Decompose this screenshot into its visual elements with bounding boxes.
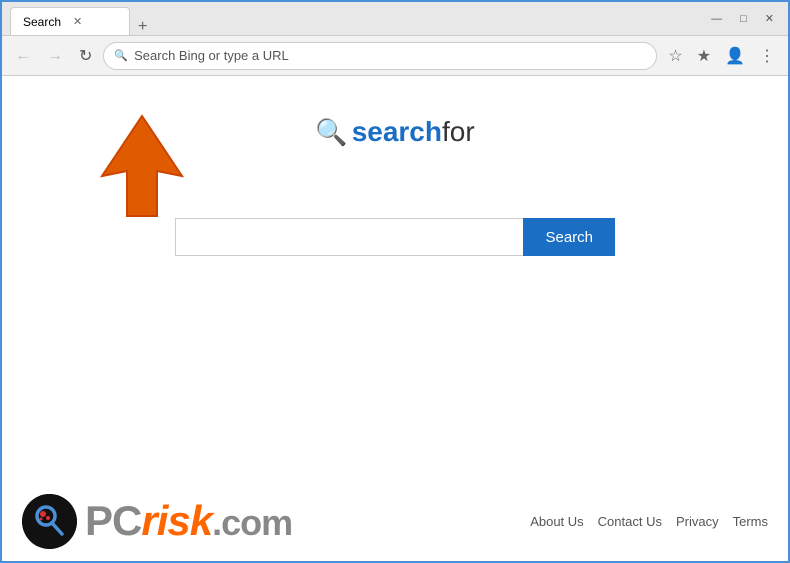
address-search-icon: 🔍 xyxy=(114,49,128,62)
toolbar: ← → ↻ 🔍 Search Bing or type a URL ☆ ★ 👤 … xyxy=(2,36,788,76)
footer-contact-us-link[interactable]: Contact Us xyxy=(598,514,662,529)
menu-icon[interactable]: ⋮ xyxy=(754,43,780,69)
footer-about-us-link[interactable]: About Us xyxy=(530,514,583,529)
pcrisk-dotcom-text: .com xyxy=(212,502,292,543)
footer-privacy-link[interactable]: Privacy xyxy=(676,514,719,529)
window-controls: — □ ✕ xyxy=(705,10,780,27)
new-tab-button[interactable]: + xyxy=(130,19,155,35)
toolbar-icons: ☆ ★ 👤 ⋮ xyxy=(663,43,780,69)
favorites-icon[interactable]: ☆ xyxy=(663,43,687,69)
minimize-button[interactable]: — xyxy=(705,11,728,27)
address-text: Search Bing or type a URL xyxy=(134,48,289,63)
pcrisk-pc-text: PC xyxy=(85,497,141,544)
tab-title: Search xyxy=(23,15,61,29)
address-bar[interactable]: 🔍 Search Bing or type a URL xyxy=(103,42,657,70)
extensions-icon[interactable]: ★ xyxy=(692,43,716,69)
logo-text-search: search xyxy=(352,116,442,148)
forward-button[interactable]: → xyxy=(42,45,68,67)
refresh-button[interactable]: ↻ xyxy=(74,44,97,68)
page-content: 🔍 search for Search xyxy=(2,76,788,561)
back-button[interactable]: ← xyxy=(10,45,36,67)
title-bar: Search ✕ + — □ ✕ xyxy=(2,2,788,36)
pcrisk-icon xyxy=(22,494,77,549)
logo-text-for: for xyxy=(442,116,475,148)
search-input[interactable] xyxy=(175,218,523,256)
browser-window: Search ✕ + — □ ✕ ← → ↻ 🔍 Search Bing or … xyxy=(0,0,790,563)
search-box-area: Search xyxy=(175,218,615,256)
pcrisk-text-group: PCrisk.com xyxy=(85,497,292,545)
arrow-annotation xyxy=(82,106,202,226)
pcrisk-logo: PCrisk.com xyxy=(22,494,292,549)
active-tab[interactable]: Search ✕ xyxy=(10,7,130,35)
search-button[interactable]: Search xyxy=(523,218,615,256)
logo-search-icon: 🔍 xyxy=(315,117,347,148)
footer-terms-link[interactable]: Terms xyxy=(733,514,768,529)
profile-icon[interactable]: 👤 xyxy=(720,43,750,69)
footer-links: About Us Contact Us Privacy Terms xyxy=(530,514,768,529)
logo-area: 🔍 search for xyxy=(315,116,474,148)
footer-watermark: PCrisk.com About Us Contact Us Privacy T… xyxy=(2,481,788,561)
maximize-button[interactable]: □ xyxy=(734,11,753,27)
tab-close-button[interactable]: ✕ xyxy=(73,15,82,28)
tab-strip: Search ✕ + xyxy=(10,2,705,35)
pcrisk-risk-text: risk xyxy=(141,497,212,544)
close-button[interactable]: ✕ xyxy=(759,10,780,27)
